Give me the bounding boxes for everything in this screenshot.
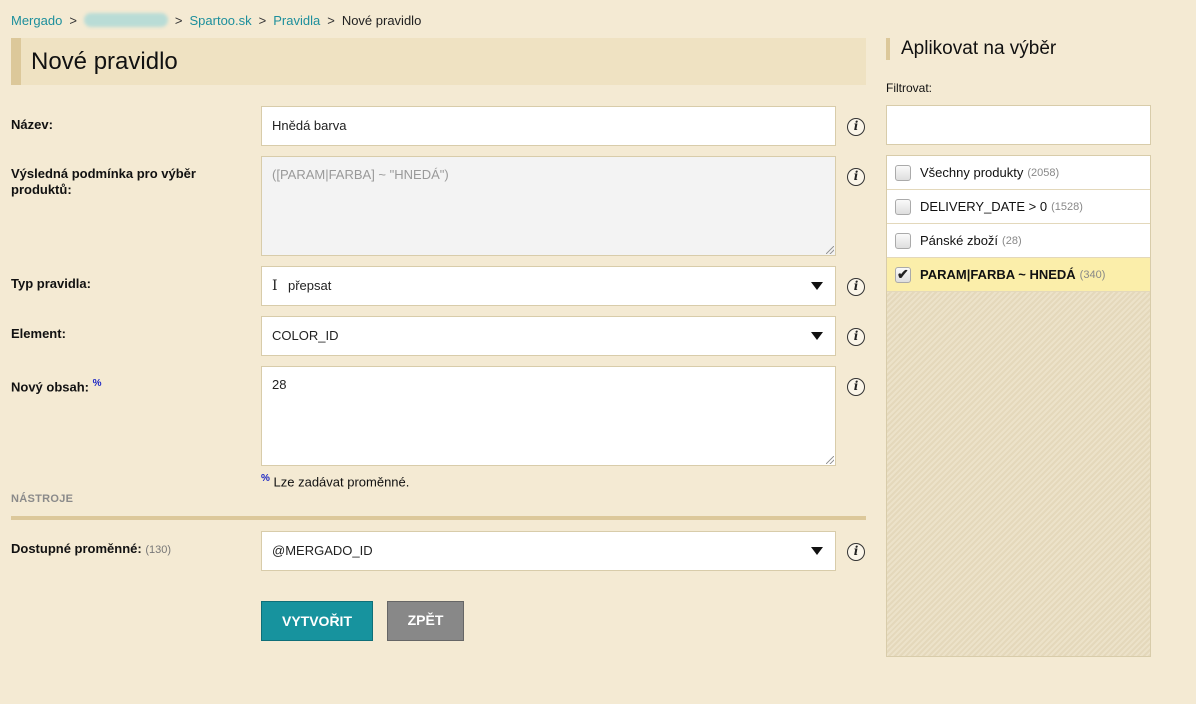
tools-divider [11, 516, 866, 520]
breadcrumb-current: Nové pravidlo [341, 13, 422, 28]
selection-item-label: Pánské zboží [920, 233, 999, 248]
aside-title: Aplikovat na výběr [886, 38, 1056, 60]
name-label: Název: [11, 117, 53, 132]
element-label: Element: [11, 326, 66, 341]
info-icon[interactable]: i [847, 543, 865, 561]
checkbox[interactable] [895, 164, 911, 181]
breadcrumb: Mergado > > Spartoo.sk > Pravidla > Nové pravid… [11, 13, 421, 28]
page-title-box: Nové pravidlo [11, 38, 866, 85]
breadcrumb-blurred-project-link[interactable] [83, 13, 168, 27]
resize-handle[interactable] [826, 246, 834, 254]
rule-type-value: přepsat [288, 278, 332, 293]
variables-label: Dostupné proměnné: (130) [11, 541, 171, 558]
breadcrumb-separator: > [327, 13, 335, 28]
filter-input[interactable] [886, 105, 1151, 145]
condition-value: ([PARAM|FARBA] ~ "HNEDÁ") [272, 167, 449, 182]
variables-hint-text: Lze zadávat proměnné. [269, 474, 410, 490]
variables-select[interactable]: @MERGADO_ID [261, 531, 836, 571]
condition-label: Výsledná podmínka pro výběr produktů: [11, 166, 196, 197]
breadcrumb-separator: > [174, 13, 183, 28]
new-content-label-text: Nový obsah: [11, 379, 90, 395]
info-icon[interactable]: i [847, 168, 865, 186]
selection-item-mens-goods[interactable]: Pánské zboží (28) [887, 224, 1150, 258]
name-input[interactable]: Hnědá barva [261, 106, 836, 146]
text-cursor-icon: I [272, 278, 278, 294]
selection-item-label: PARAM|FARBA ~ HNEDÁ [920, 267, 1076, 282]
resize-handle[interactable] [826, 456, 834, 464]
tools-heading: NÁSTROJE [11, 493, 74, 505]
info-icon[interactable]: i [847, 278, 865, 296]
checkbox-checked[interactable] [895, 266, 911, 283]
filter-label: Filtrovat: [886, 81, 933, 95]
rule-type-label: Typ pravidla: [11, 276, 91, 291]
info-icon[interactable]: i [847, 328, 865, 346]
element-select[interactable]: COLOR_ID [261, 316, 836, 356]
checkbox[interactable] [895, 198, 911, 215]
selection-item-label: Všechny produkty [920, 165, 1024, 180]
info-icon[interactable]: i [847, 378, 865, 396]
chevron-down-icon [811, 332, 823, 340]
breadcrumb-home-link[interactable]: Mergado [11, 13, 62, 28]
page-title: Nové pravidlo [31, 48, 178, 75]
selection-item-delivery-date[interactable]: DELIVERY_DATE > 0 (1528) [887, 190, 1150, 224]
info-icon[interactable]: i [847, 118, 865, 136]
variables-label-text: Dostupné proměnné: [11, 541, 142, 556]
breadcrumb-shop-link[interactable]: Spartoo.sk [190, 13, 252, 28]
new-content-label: Nový obsah: % [11, 376, 102, 395]
selection-item-count: (340) [1079, 268, 1106, 281]
checkbox[interactable] [895, 232, 911, 249]
back-button[interactable]: ZPĚT [387, 601, 464, 641]
element-value: COLOR_ID [272, 328, 339, 343]
breadcrumb-separator: > [258, 13, 267, 28]
selection-item-label: DELIVERY_DATE > 0 [920, 199, 1048, 214]
breadcrumb-separator: > [69, 13, 77, 28]
rule-type-select[interactable]: Ipřepsat [261, 266, 836, 306]
selection-item-all-products[interactable]: Všechny produkty (2058) [887, 156, 1150, 190]
chevron-down-icon [811, 547, 823, 555]
selection-list: Všechny produkty (2058) DELIVERY_DATE > … [886, 155, 1151, 657]
variables-value: @MERGADO_ID [272, 543, 373, 558]
selection-item-count: (1528) [1051, 200, 1083, 213]
new-content-textarea[interactable]: 28 [261, 366, 836, 466]
create-button[interactable]: VYTVOŘIT [261, 601, 373, 641]
breadcrumb-rules-link[interactable]: Pravidla [273, 13, 320, 28]
variables-hint: % Lze zadávat proměnné. [261, 473, 409, 489]
selection-item-brown-color[interactable]: PARAM|FARBA ~ HNEDÁ (340) [887, 258, 1150, 292]
variables-percent-marker: % [92, 378, 102, 389]
condition-textarea[interactable]: ([PARAM|FARBA] ~ "HNEDÁ") [261, 156, 836, 256]
selection-item-count: (2058) [1027, 166, 1060, 179]
variables-percent-marker: % [261, 473, 270, 484]
selection-item-count: (28) [1002, 234, 1022, 247]
variables-count: (130) [145, 544, 172, 556]
chevron-down-icon [811, 282, 823, 290]
new-content-value: 28 [272, 377, 287, 392]
